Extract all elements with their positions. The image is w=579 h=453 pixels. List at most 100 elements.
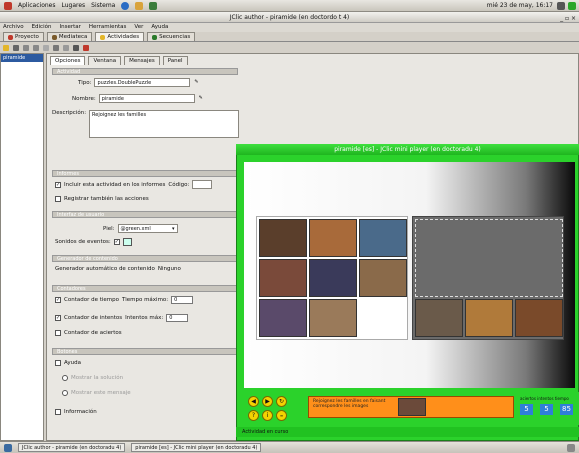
gnome-foot-icon[interactable] bbox=[4, 1, 12, 10]
tipo-field[interactable]: puzzles.DoublePuzzle bbox=[94, 78, 191, 87]
tab-actividades[interactable]: Actividades bbox=[95, 32, 145, 41]
task-jclic-author[interactable]: JClic author - piramide (en doctoradu 4) bbox=[18, 443, 126, 452]
puzzle-piece-placed[interactable] bbox=[415, 299, 463, 337]
puzzle-piece-placed[interactable] bbox=[465, 299, 513, 337]
tab-secuencias-label: Secuencias bbox=[159, 34, 191, 40]
down-arrow-icon[interactable] bbox=[33, 44, 39, 51]
info-button[interactable]: i bbox=[262, 410, 273, 421]
main-window-title: JClic author - piramide (en doctordo t 4… bbox=[0, 12, 579, 23]
restart-button[interactable]: ↻ bbox=[276, 396, 287, 407]
sound-settings-icon[interactable] bbox=[122, 238, 132, 246]
menu-archivo[interactable]: Archivo bbox=[3, 23, 24, 32]
registrar-checkbox[interactable] bbox=[55, 196, 61, 202]
menu-lugares[interactable]: Lugares bbox=[61, 2, 85, 9]
descripcion-field[interactable]: Rejoignez les familles bbox=[89, 110, 240, 138]
trash-icon[interactable] bbox=[567, 443, 575, 452]
reports-button[interactable]: ≡ bbox=[276, 410, 287, 421]
menu-aplicaciones[interactable]: Aplicaciones bbox=[18, 2, 55, 9]
edit-icon[interactable]: ✎ bbox=[193, 79, 199, 86]
nombre-label: Nombre: bbox=[72, 95, 96, 102]
incluir-label: Incluir esta actividad en los informes bbox=[64, 181, 166, 188]
tab-ventana[interactable]: Ventana bbox=[88, 56, 122, 65]
ayuda-checkbox[interactable] bbox=[55, 360, 61, 366]
puzzle-piece[interactable] bbox=[309, 299, 357, 337]
aciertos-checkbox[interactable] bbox=[55, 330, 61, 336]
message-image bbox=[398, 398, 426, 416]
copy-icon[interactable] bbox=[43, 44, 49, 51]
player-title-text: piramide [es] - JClic mini player (en do… bbox=[334, 146, 481, 153]
new-activity-icon[interactable] bbox=[3, 44, 9, 51]
tiempo-max-label: Tiempo máximo: bbox=[122, 297, 169, 303]
intentos-max-stepper[interactable]: 0 bbox=[166, 314, 189, 322]
puzzle-piece[interactable] bbox=[259, 219, 307, 257]
play-icon[interactable] bbox=[13, 44, 19, 51]
menu-edicion[interactable]: Edición bbox=[32, 23, 52, 32]
tab-panel[interactable]: Panel bbox=[162, 56, 188, 65]
sonidos-checkbox[interactable]: ✓ bbox=[113, 239, 120, 245]
section-actividad[interactable]: Actividad bbox=[52, 68, 238, 75]
puzzle-piece[interactable] bbox=[359, 259, 407, 297]
section-informes[interactable]: Informes bbox=[52, 170, 238, 177]
nombre-field[interactable]: piramide bbox=[98, 94, 195, 103]
puzzle-piece[interactable] bbox=[259, 259, 307, 297]
skin-value: @green.xml bbox=[120, 226, 151, 232]
list-item[interactable]: piramide bbox=[1, 54, 43, 62]
puzzle-piece[interactable] bbox=[309, 219, 357, 257]
puzzle-piece[interactable] bbox=[359, 219, 407, 257]
intentos-checkbox[interactable]: ✓ bbox=[55, 315, 61, 321]
puzzle-piece-placed[interactable] bbox=[515, 299, 563, 337]
menu-ver[interactable]: Ver bbox=[134, 23, 143, 32]
network-icon[interactable] bbox=[568, 1, 576, 10]
email-icon[interactable] bbox=[135, 1, 144, 10]
paste-icon[interactable] bbox=[63, 44, 69, 51]
tab-mediateca[interactable]: Mediateca bbox=[46, 32, 93, 41]
informacion-checkbox[interactable] bbox=[55, 409, 61, 415]
delete-icon[interactable] bbox=[73, 44, 79, 51]
message-text: Rejoignez les familles en faisant corres… bbox=[313, 399, 386, 409]
help-button[interactable]: ? bbox=[248, 410, 259, 421]
incluir-checkbox[interactable]: ✓ bbox=[55, 181, 61, 188]
show-desktop-icon[interactable] bbox=[4, 443, 12, 452]
puzzle-target-area[interactable] bbox=[412, 216, 564, 340]
menu-herramientas[interactable]: Herramientas bbox=[89, 23, 126, 32]
puzzle-pieces-area[interactable] bbox=[256, 216, 408, 340]
tiempo-checkbox[interactable]: ✓ bbox=[55, 297, 61, 303]
writer-icon[interactable] bbox=[149, 1, 158, 10]
section-contadores[interactable]: Contadores bbox=[52, 285, 238, 292]
mostrar-mensaje-radio[interactable] bbox=[62, 390, 68, 396]
section-generador[interactable]: Generador de contenido bbox=[52, 255, 238, 262]
tab-mensajes-label: Mensajes bbox=[129, 58, 155, 64]
tipo-row: Tipo: puzzles.DoublePuzzle ✎ bbox=[78, 78, 199, 87]
menu-sistema[interactable]: Sistema bbox=[91, 2, 115, 9]
cut-icon[interactable] bbox=[53, 44, 59, 51]
volume-icon[interactable] bbox=[557, 1, 565, 10]
next-activity-button[interactable]: ▶ bbox=[262, 396, 273, 407]
prev-activity-button[interactable]: ◀ bbox=[248, 396, 259, 407]
tiempo-max-stepper[interactable]: 0 bbox=[171, 296, 194, 304]
skin-select[interactable]: @green.xml ▾ bbox=[117, 224, 178, 233]
section-botones[interactable]: Botones bbox=[52, 348, 238, 355]
task-jclic-player[interactable]: piramide [es] - JClic mini player (en do… bbox=[131, 443, 262, 452]
browser-icon[interactable] bbox=[121, 1, 130, 10]
clock[interactable]: mié 23 de may, 16:17 bbox=[487, 2, 553, 9]
puzzle-slot-grid[interactable] bbox=[415, 219, 563, 297]
activity-icon bbox=[100, 34, 106, 40]
counters: aciertos intentos tiempo 5 5 85 bbox=[520, 396, 578, 418]
tab-proyecto[interactable]: Proyecto bbox=[3, 32, 44, 41]
generador-value[interactable]: Ninguno bbox=[158, 266, 181, 272]
up-arrow-icon[interactable] bbox=[23, 44, 29, 51]
tab-secuencias[interactable]: Secuencias bbox=[147, 32, 196, 41]
codigo-field[interactable] bbox=[192, 180, 213, 189]
ayuda-row: Ayuda bbox=[55, 360, 81, 366]
menu-insertar[interactable]: Insertar bbox=[59, 23, 80, 32]
tab-actividades-label: Actividades bbox=[107, 34, 140, 40]
edit-icon[interactable]: ✎ bbox=[198, 95, 204, 102]
tab-mensajes[interactable]: Mensajes bbox=[124, 56, 160, 65]
grid-icon[interactable] bbox=[83, 44, 89, 51]
puzzle-piece[interactable] bbox=[259, 299, 307, 337]
section-interfaz[interactable]: Interfaz de usuario bbox=[52, 211, 238, 218]
puzzle-piece[interactable] bbox=[309, 259, 357, 297]
menu-ayuda[interactable]: Ayuda bbox=[151, 23, 168, 32]
tab-opciones[interactable]: Opciones bbox=[50, 56, 86, 65]
mostrar-solucion-radio[interactable] bbox=[62, 375, 68, 381]
